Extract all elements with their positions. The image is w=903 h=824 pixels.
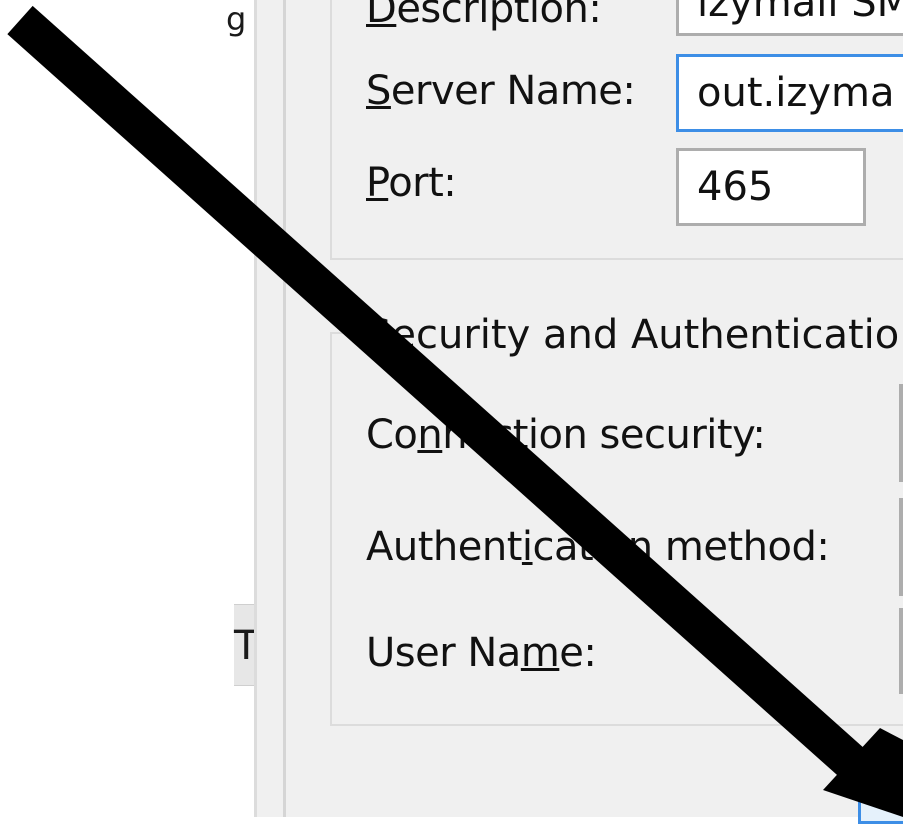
- arrow-shaft: [7, 5, 873, 785]
- annotation-arrow: [7, 5, 903, 817]
